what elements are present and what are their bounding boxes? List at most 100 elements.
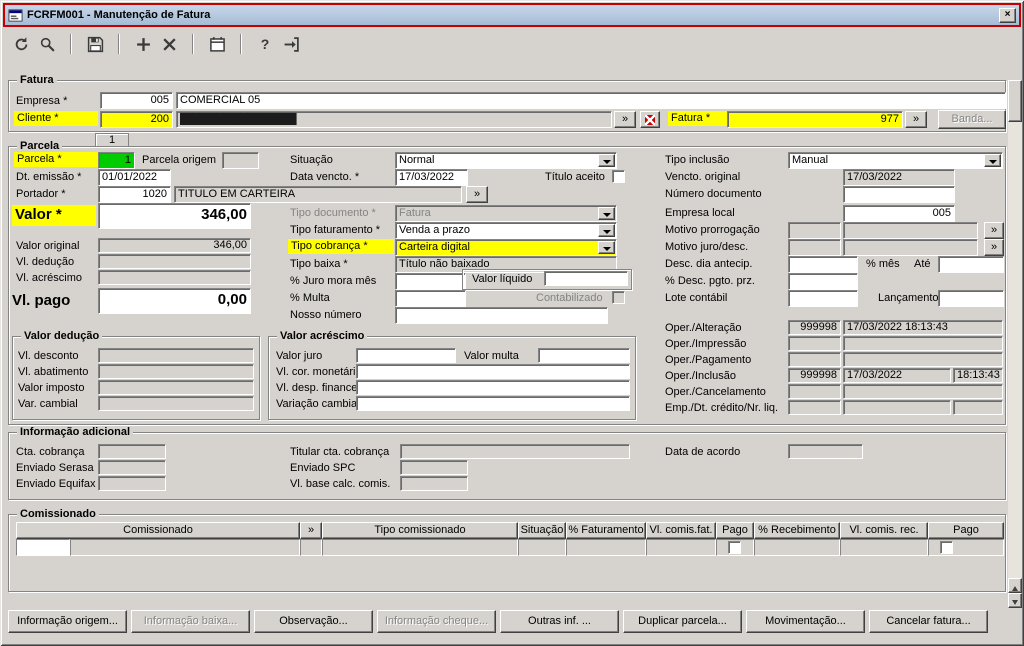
col-header-comissionado: Comissionado	[16, 522, 300, 539]
portador-lookup-button[interactable]: »	[466, 186, 488, 203]
observacao-button[interactable]: Observação...	[254, 610, 373, 633]
motivo-juro-lookup-button[interactable]: »	[984, 239, 1004, 256]
vl-cor-monetaria-field[interactable]	[356, 364, 630, 379]
exit-button[interactable]	[278, 32, 304, 56]
grid-cell-pct-faturamento[interactable]	[566, 539, 646, 556]
grid-cell-pct-recebimento[interactable]	[754, 539, 840, 556]
grid-cell-vl-comis-fat[interactable]	[646, 539, 716, 556]
calendar-button[interactable]	[204, 32, 230, 56]
parcela-legend: Parcela	[17, 140, 63, 152]
chevron-down-icon[interactable]	[598, 154, 615, 167]
oper-cancelamento-datetime-field	[843, 384, 1003, 399]
vencto-original-label: Vencto. original	[665, 171, 741, 183]
situacao-select[interactable]: Normal	[395, 152, 617, 169]
save-button[interactable]	[82, 32, 108, 56]
grid-pago-1-checkbox[interactable]	[728, 541, 741, 554]
motivo-prorrogacao-lookup-button[interactable]: »	[984, 222, 1004, 239]
valor-juro-label: Valor juro	[276, 350, 323, 362]
vertical-scrollbar[interactable]	[1008, 80, 1022, 608]
juro-mora-field[interactable]	[395, 273, 466, 290]
scrollbar-thumb[interactable]	[1008, 80, 1022, 122]
motivo-prorrogacao-label: Motivo prorrogação	[665, 224, 760, 236]
vl-desp-financeira-field[interactable]	[356, 380, 630, 395]
numero-documento-field[interactable]	[843, 186, 955, 203]
refresh-button[interactable]	[8, 32, 34, 56]
col-header-tipo-comissionado: Tipo comissionado	[322, 522, 518, 539]
valor-multa-field[interactable]	[538, 348, 630, 363]
parcela-origem-label: Parcela origem	[142, 154, 216, 166]
nosso-numero-field[interactable]	[395, 307, 608, 324]
motivo-juro-desc-field	[843, 239, 978, 256]
valor-liquido-field[interactable]	[544, 271, 628, 286]
desc-ate-field[interactable]	[938, 256, 1004, 273]
parcela-field[interactable]: 1	[98, 152, 135, 169]
chevron-down-icon[interactable]	[598, 241, 615, 254]
refresh-icon	[15, 36, 27, 50]
movimentacao-button[interactable]: Movimentação...	[746, 610, 865, 633]
valor-acrescimo-legend: Valor acréscimo	[277, 330, 368, 342]
help-button[interactable]: ?	[252, 32, 278, 56]
chevron-down-icon[interactable]	[598, 224, 615, 237]
fatura-legend: Fatura	[17, 74, 57, 86]
empresa-local-field[interactable]: 005	[843, 205, 955, 222]
parcela-tab-1[interactable]: 1	[95, 133, 129, 147]
grid-cell-lookup[interactable]	[300, 539, 322, 556]
info-adicional-legend: Informação adicional	[17, 426, 134, 438]
valor-imposto-field	[98, 380, 254, 395]
grid-cell-situacao[interactable]	[518, 539, 566, 556]
cliente-lookup-button[interactable]: »	[614, 111, 636, 128]
multa-field[interactable]	[395, 290, 466, 307]
tipo-documento-select: Fatura	[395, 205, 617, 222]
titulo-aceito-checkbox[interactable]	[612, 170, 625, 183]
valor-field[interactable]: 346,00	[98, 203, 251, 229]
plus-icon	[136, 37, 150, 51]
search-button[interactable]	[34, 32, 60, 56]
enviado-equifax-field	[98, 476, 166, 491]
tipo-baixa-label: Tipo baixa *	[290, 258, 348, 270]
window: FCRFM001 - Manutenção de Fatura × ? Fatu…	[0, 0, 1024, 646]
dt-emissao-field[interactable]: 01/01/2022	[98, 169, 171, 186]
empresa-code-field[interactable]: 005	[100, 92, 173, 109]
tipo-inclusao-select[interactable]: Manual	[788, 152, 1003, 169]
chevron-down-icon[interactable]	[984, 154, 1001, 167]
portador-code-field[interactable]: 1020	[98, 186, 171, 203]
data-acordo-field	[788, 444, 863, 459]
desc-pgto-prz-field[interactable]	[788, 273, 858, 290]
grid-cell-vl-comis-rec[interactable]	[840, 539, 928, 556]
grid-pago-2-checkbox[interactable]	[940, 541, 953, 554]
cancelar-fatura-button[interactable]: Cancelar fatura...	[869, 610, 988, 633]
cliente-clear-button[interactable]	[640, 111, 660, 128]
scroll-down-button[interactable]	[1008, 593, 1022, 608]
fatura-lookup-button[interactable]: »	[905, 111, 927, 128]
empresa-name-field[interactable]: COMERCIAL 05	[176, 92, 1006, 109]
grid-cell-tipo-comissionado[interactable]	[322, 539, 518, 556]
close-button[interactable]: ×	[999, 7, 1016, 23]
desc-dia-antecip-field[interactable]	[788, 256, 858, 273]
fatura-number-field[interactable]: 977	[727, 111, 903, 128]
lancamento-field[interactable]	[938, 290, 1004, 307]
variacao-cambial-field[interactable]	[356, 396, 630, 411]
tipo-cobranca-select[interactable]: Carteira digital	[395, 239, 617, 256]
add-button[interactable]	[130, 32, 156, 56]
col-header-pct-recebimento: % Recebimento	[754, 522, 840, 539]
grid-cell-comissionado-name[interactable]	[70, 539, 300, 556]
duplicar-parcela-button[interactable]: Duplicar parcela...	[623, 610, 742, 633]
col-header-pago-1: Pago	[716, 522, 754, 539]
grid-cell-comissionado-code[interactable]	[16, 539, 70, 556]
data-vencto-field[interactable]: 17/03/2022	[395, 169, 468, 186]
col-header-pct-faturamento: % Faturamento	[566, 522, 646, 539]
vl-pago-field[interactable]: 0,00	[98, 288, 251, 314]
enviado-serasa-label: Enviado Serasa	[16, 462, 94, 474]
valor-liquido-label: Valor líquido	[472, 273, 533, 285]
col-header-lookup[interactable]: »	[300, 522, 322, 539]
outras-inf-button[interactable]: Outras inf. ...	[500, 610, 619, 633]
valor-juro-field[interactable]	[356, 348, 456, 363]
informacao-origem-button[interactable]: Informação origem...	[8, 610, 127, 633]
delete-button[interactable]	[156, 32, 182, 56]
lote-contabil-field[interactable]	[788, 290, 858, 307]
tipo-faturamento-select[interactable]: Venda a prazo	[395, 222, 617, 239]
cliente-code-field[interactable]: 200	[100, 111, 173, 128]
scroll-up-button[interactable]	[1008, 578, 1022, 593]
window-icon	[8, 8, 23, 23]
oper-impressao-datetime-field	[843, 336, 1003, 351]
